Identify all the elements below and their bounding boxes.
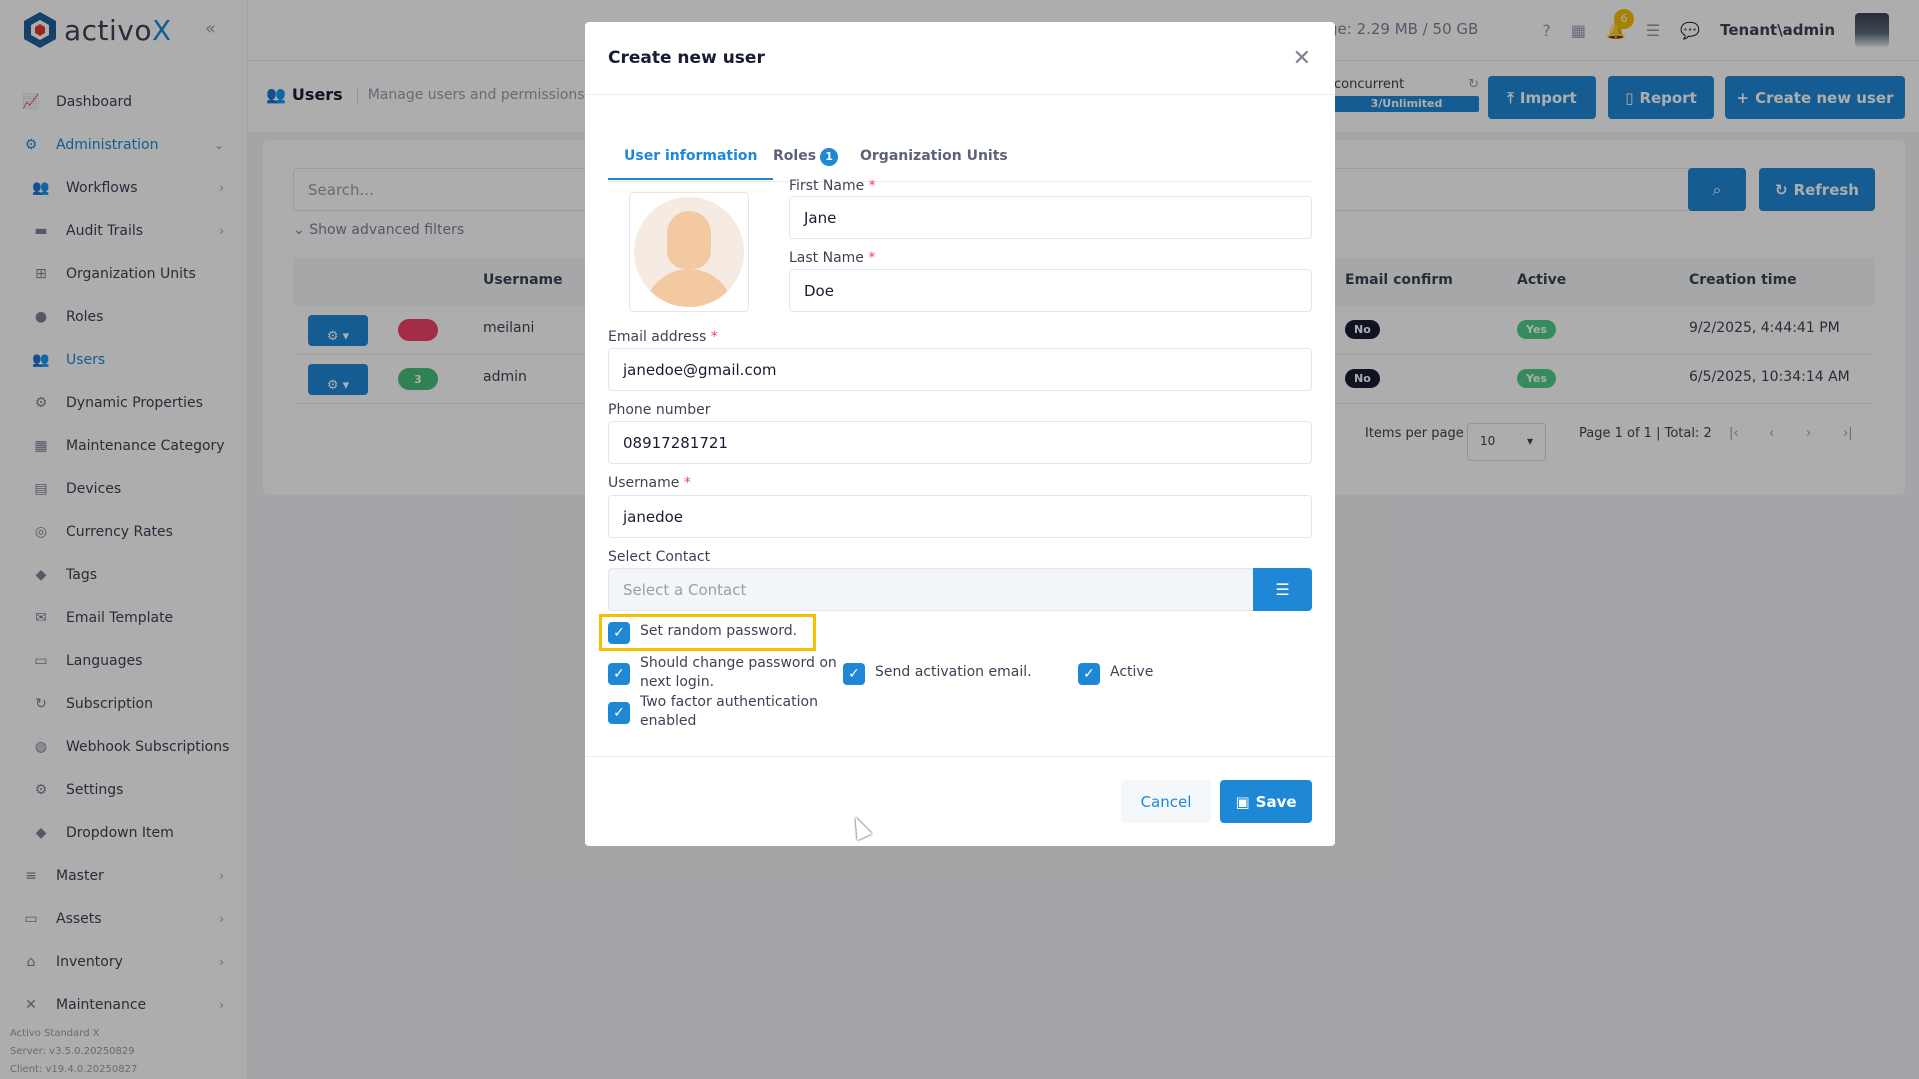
email-field[interactable]: janedoe@gmail.com — [608, 348, 1312, 391]
checkbox-label: Send activation email. — [875, 664, 1032, 680]
random-password-checkbox[interactable]: ✓ Set random password. — [608, 622, 797, 644]
modal-footer-divider — [585, 756, 1335, 757]
checkbox-label: Active — [1110, 664, 1154, 680]
tab-organization-units[interactable]: Organization Units — [860, 148, 1008, 178]
save-icon: ▣ — [1235, 792, 1250, 811]
last-name-field[interactable]: Doe — [789, 269, 1312, 312]
roles-count-badge: 1 — [820, 148, 839, 166]
modal-tabs: User information Roles 1 Organization Uni… — [608, 118, 1312, 182]
email-label: Email address * — [608, 329, 718, 345]
phone-label: Phone number — [608, 402, 711, 418]
username-field[interactable]: janedoe — [608, 495, 1312, 538]
save-button[interactable]: ▣ Save — [1220, 780, 1312, 823]
select-contact-field[interactable]: Select a Contact — [608, 568, 1254, 611]
check-icon: ✓ — [608, 622, 630, 644]
modal-title: Create new user — [608, 48, 765, 68]
default-avatar-icon — [634, 197, 744, 307]
tab-roles[interactable]: Roles 1 — [773, 148, 839, 180]
close-icon[interactable]: ✕ — [1293, 46, 1311, 71]
checkbox-label: Set random password. — [640, 623, 798, 639]
modal-divider — [585, 94, 1335, 95]
active-checkbox[interactable]: ✓ Active — [1078, 663, 1153, 685]
check-icon: ✓ — [608, 663, 630, 685]
first-name-field[interactable]: Jane — [789, 196, 1312, 239]
first-name-label: First Name * — [789, 178, 876, 194]
check-icon: ✓ — [843, 663, 865, 685]
checkbox-label: Two factor authentication enabled — [640, 694, 818, 729]
username-label: Username * — [608, 475, 691, 491]
check-icon: ✓ — [1078, 663, 1100, 685]
contact-list-button[interactable]: ☰ — [1253, 568, 1312, 611]
check-icon: ✓ — [608, 702, 630, 724]
two-factor-checkbox[interactable]: ✓ Two factor authentication enabled — [608, 693, 818, 731]
change-password-checkbox[interactable]: ✓ Should change password on next login. — [608, 654, 837, 692]
phone-field[interactable]: 08917281721 — [608, 421, 1312, 464]
select-contact-label: Select Contact — [608, 549, 711, 565]
profile-picture[interactable] — [629, 192, 749, 312]
tab-user-information[interactable]: User information — [608, 148, 774, 180]
list-icon: ☰ — [1275, 580, 1290, 599]
last-name-label: Last Name * — [789, 250, 876, 266]
create-user-modal: Create new user ✕ User information Roles… — [585, 22, 1335, 846]
checkbox-label: Should change password on next login. — [640, 655, 837, 690]
send-activation-checkbox[interactable]: ✓ Send activation email. — [843, 663, 1032, 685]
cancel-button[interactable]: Cancel — [1121, 780, 1211, 823]
